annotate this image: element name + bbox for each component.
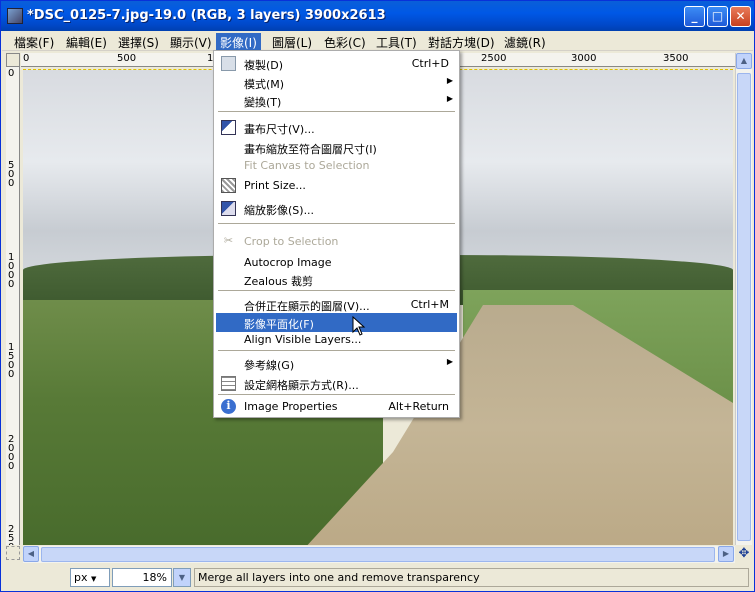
ruler-tick-label: 0 bbox=[23, 53, 30, 64]
ruler-tick-label: 2500 bbox=[481, 53, 507, 64]
menu-item-print-size[interactable]: Print Size... bbox=[216, 176, 457, 195]
ruler-tick-label: 0 bbox=[8, 68, 15, 79]
ruler-tick-label: 3000 bbox=[571, 53, 597, 64]
menu-item-image-properties[interactable]: i Image Properties Alt+Return bbox=[216, 397, 457, 416]
maximize-button[interactable]: □ bbox=[707, 6, 728, 27]
canvas-size-icon bbox=[221, 120, 236, 135]
ruler-tick-label: 3500 bbox=[663, 53, 689, 64]
menu-item-configure-grid[interactable]: 設定網格顯示方式(R)... bbox=[216, 374, 457, 393]
vertical-scrollbar[interactable]: ▲ bbox=[735, 53, 752, 545]
ruler-corner[interactable] bbox=[6, 53, 20, 67]
title-bar[interactable]: *DSC_0125-7.jpg-19.0 (RGB, 3 layers) 390… bbox=[1, 1, 754, 31]
menu-item-canvas-size[interactable]: 畫布尺寸(V)... bbox=[216, 118, 457, 137]
menu-separator bbox=[218, 290, 455, 291]
window-title: *DSC_0125-7.jpg-19.0 (RGB, 3 layers) 390… bbox=[27, 8, 386, 23]
info-icon: i bbox=[221, 399, 236, 414]
menu-separator bbox=[218, 394, 455, 395]
horizontal-scrollbar[interactable]: ◀ ▶ bbox=[23, 546, 735, 563]
submenu-arrow-icon: ▶ bbox=[446, 94, 453, 103]
menu-image[interactable]: 影像(I) bbox=[216, 33, 261, 50]
unit-select[interactable]: px ▼ bbox=[70, 568, 110, 587]
menu-item-crop-to-selection: ✂ Crop to Selection bbox=[216, 232, 457, 251]
navigate-icon[interactable]: ✥ bbox=[736, 546, 752, 562]
menu-tools[interactable]: 工具(T) bbox=[372, 33, 421, 50]
ruler-tick-label: 500 bbox=[8, 160, 15, 189]
print-size-icon bbox=[221, 178, 236, 193]
menu-separator bbox=[218, 350, 455, 351]
zoom-dropdown-icon[interactable]: ▼ bbox=[173, 568, 191, 587]
menu-item-guides[interactable]: 參考線(G) ▶ bbox=[216, 354, 457, 373]
menu-select[interactable]: 選擇(S) bbox=[114, 33, 163, 50]
status-bar: px ▼ 18% ▼ Merge all layers into one and… bbox=[2, 565, 753, 591]
close-button[interactable]: ✕ bbox=[730, 6, 751, 27]
menu-layer[interactable]: 圖層(L) bbox=[268, 33, 316, 50]
minimize-button[interactable]: _ bbox=[684, 6, 705, 27]
vertical-scroll-thumb[interactable] bbox=[737, 73, 751, 541]
submenu-arrow-icon: ▶ bbox=[446, 76, 453, 85]
zoom-input[interactable]: 18% bbox=[112, 568, 172, 587]
menu-separator bbox=[218, 223, 455, 224]
menu-bar: 檔案(F) 編輯(E) 選擇(S) 顯示(V) 影像(I) 圖層(L) 色彩(C… bbox=[2, 31, 753, 51]
scroll-right-button[interactable]: ▶ bbox=[718, 546, 734, 562]
mouse-pointer-icon bbox=[352, 316, 366, 336]
duplicate-icon bbox=[221, 56, 236, 71]
menu-item-fit-canvas-to-layers[interactable]: 畫布縮放至符合圖層尺寸(I) bbox=[216, 138, 457, 157]
ruler-tick-label: 1000 bbox=[8, 252, 15, 290]
menu-view[interactable]: 顯示(V) bbox=[166, 33, 216, 50]
menu-item-merge-visible-layers[interactable]: 合併正在顯示的圖層(V)... Ctrl+M bbox=[216, 295, 457, 314]
ruler-tick-label: 2500 bbox=[8, 524, 15, 546]
menu-item-scale-image[interactable]: 縮放影像(S)... bbox=[216, 199, 457, 218]
menu-item-mode[interactable]: 模式(M) ▶ bbox=[216, 73, 457, 92]
unit-value: px bbox=[74, 571, 88, 584]
ruler-tick-label: 1500 bbox=[8, 342, 15, 380]
menu-colors[interactable]: 色彩(C) bbox=[320, 33, 370, 50]
quick-mask-toggle[interactable] bbox=[6, 546, 20, 560]
menu-item-fit-canvas-to-selection: Fit Canvas to Selection bbox=[244, 159, 370, 172]
status-message: Merge all layers into one and remove tra… bbox=[194, 568, 749, 587]
ruler-tick-label: 500 bbox=[117, 53, 137, 64]
menu-item-duplicate[interactable]: 複製(D) Ctrl+D bbox=[216, 54, 457, 73]
gimp-app-icon bbox=[7, 8, 23, 24]
vertical-ruler[interactable]: 0 500 1000 1500 2000 2500 bbox=[6, 67, 20, 545]
horizontal-scroll-thumb[interactable] bbox=[41, 547, 715, 562]
unit-dropdown-icon: ▼ bbox=[91, 575, 97, 583]
submenu-arrow-icon: ▶ bbox=[446, 357, 453, 366]
menu-item-transform[interactable]: 變換(T) ▶ bbox=[216, 91, 457, 110]
menu-item-zealous-crop[interactable]: Zealous 裁剪 bbox=[216, 270, 457, 289]
crop-icon: ✂ bbox=[223, 234, 234, 247]
ruler-tick-label: 2000 bbox=[8, 434, 15, 472]
menu-item-align-visible-layers[interactable]: Align Visible Layers... bbox=[216, 330, 457, 349]
menu-file[interactable]: 檔案(F) bbox=[10, 33, 58, 50]
grid-icon bbox=[221, 376, 236, 391]
menu-separator bbox=[218, 111, 455, 112]
scale-image-icon bbox=[221, 201, 236, 216]
image-menu-dropdown: 複製(D) Ctrl+D 模式(M) ▶ 變換(T) ▶ 畫布尺寸(V)... … bbox=[213, 50, 460, 418]
scroll-up-button[interactable]: ▲ bbox=[736, 53, 752, 69]
scroll-left-button[interactable]: ◀ bbox=[23, 546, 39, 562]
menu-filters[interactable]: 濾鏡(R) bbox=[500, 33, 550, 50]
menu-edit[interactable]: 編輯(E) bbox=[62, 33, 111, 50]
menu-dialogs[interactable]: 對話方塊(D) bbox=[424, 33, 499, 50]
